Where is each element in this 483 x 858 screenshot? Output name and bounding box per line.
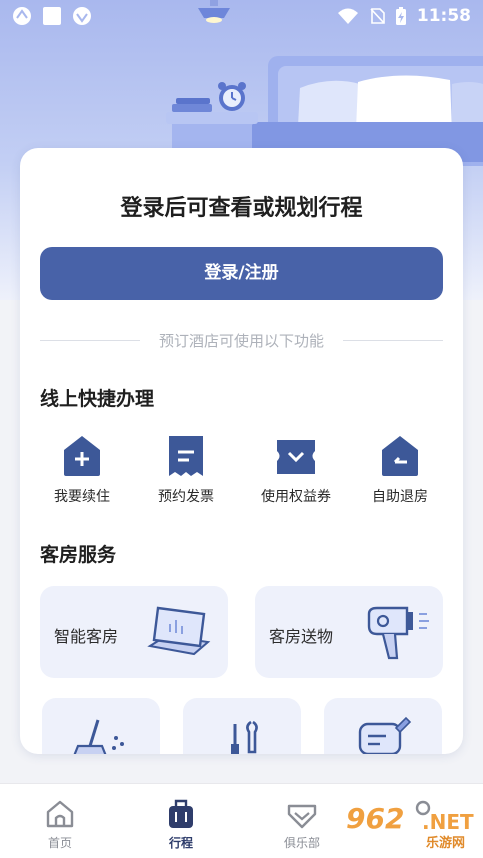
quick-item-label: 使用权益券 [261, 489, 331, 505]
quick-item-label: 我要续住 [54, 489, 110, 505]
service-label: 智能客房 [54, 627, 119, 646]
wifi-icon [337, 8, 358, 24]
watermark-net: .NET [422, 810, 474, 834]
battery-charging-icon [395, 7, 406, 25]
tab-club[interactable]: 俱乐部 [262, 798, 342, 851]
plus-house-icon [64, 436, 100, 476]
tab-home[interactable]: 首页 [20, 798, 100, 851]
quick-item-self-checkout[interactable]: 自助退房 [350, 434, 450, 506]
notification-icon [13, 7, 31, 25]
feature-divider: 预订酒店可使用以下功能 [40, 330, 443, 352]
diamond-icon [287, 804, 317, 829]
card-title: 登录后可查看或规划行程 [120, 196, 363, 221]
login-card: 登录后可查看或规划行程 登录/注册 预订酒店可使用以下功能 线上快捷办理 我要续… [20, 148, 463, 754]
checkout-house-icon [382, 436, 418, 476]
status-time: 11:58 [416, 6, 471, 26]
service-feedback[interactable] [324, 698, 442, 754]
notification-icon [73, 7, 91, 25]
quick-item-coupon[interactable]: 使用权益券 [246, 434, 346, 506]
no-sim-icon [370, 8, 385, 24]
quick-item-label: 自助退房 [372, 489, 428, 505]
tab-itinerary[interactable]: 行程 [141, 798, 221, 851]
room-section-title: 客房服务 [40, 544, 117, 566]
service-room-delivery[interactable]: 客房送物 [255, 586, 443, 678]
hairdryer-icon [367, 606, 429, 660]
message-edit-icon [358, 716, 412, 754]
divider-text: 预订酒店可使用以下功能 [158, 332, 324, 350]
quick-item-invoice[interactable]: 预约发票 [136, 434, 236, 506]
service-label: 客房送物 [269, 627, 334, 646]
tab-label: 首页 [47, 836, 72, 850]
quick-actions: 我要续住 预约发票 使用权益券 自助退房 [20, 434, 463, 514]
service-cleaning[interactable] [42, 698, 160, 754]
tablet-icon [147, 606, 211, 656]
tools-icon [231, 720, 258, 754]
quick-section-title: 线上快捷办理 [40, 388, 155, 410]
square-app-icon [43, 7, 61, 25]
site-watermark: 962 .NET 乐游网 [340, 802, 480, 852]
login-register-button[interactable]: 登录/注册 [40, 247, 443, 300]
tab-label: 行程 [168, 836, 193, 850]
tab-label: 俱乐部 [283, 836, 320, 850]
quick-item-label: 预约发票 [158, 489, 214, 505]
watermark-text: 乐游网 [426, 836, 466, 851]
service-smart-room[interactable]: 智能客房 [40, 586, 228, 678]
luggage-icon [169, 799, 193, 828]
invoice-icon [169, 436, 203, 476]
coupon-icon [277, 440, 315, 474]
home-icon [46, 800, 74, 828]
status-bar: 11:58 [0, 0, 483, 36]
watermark-number: 962 [346, 802, 405, 835]
service-repair[interactable] [183, 698, 301, 754]
broom-icon [73, 719, 124, 754]
quick-item-extend-stay[interactable]: 我要续住 [32, 434, 132, 506]
